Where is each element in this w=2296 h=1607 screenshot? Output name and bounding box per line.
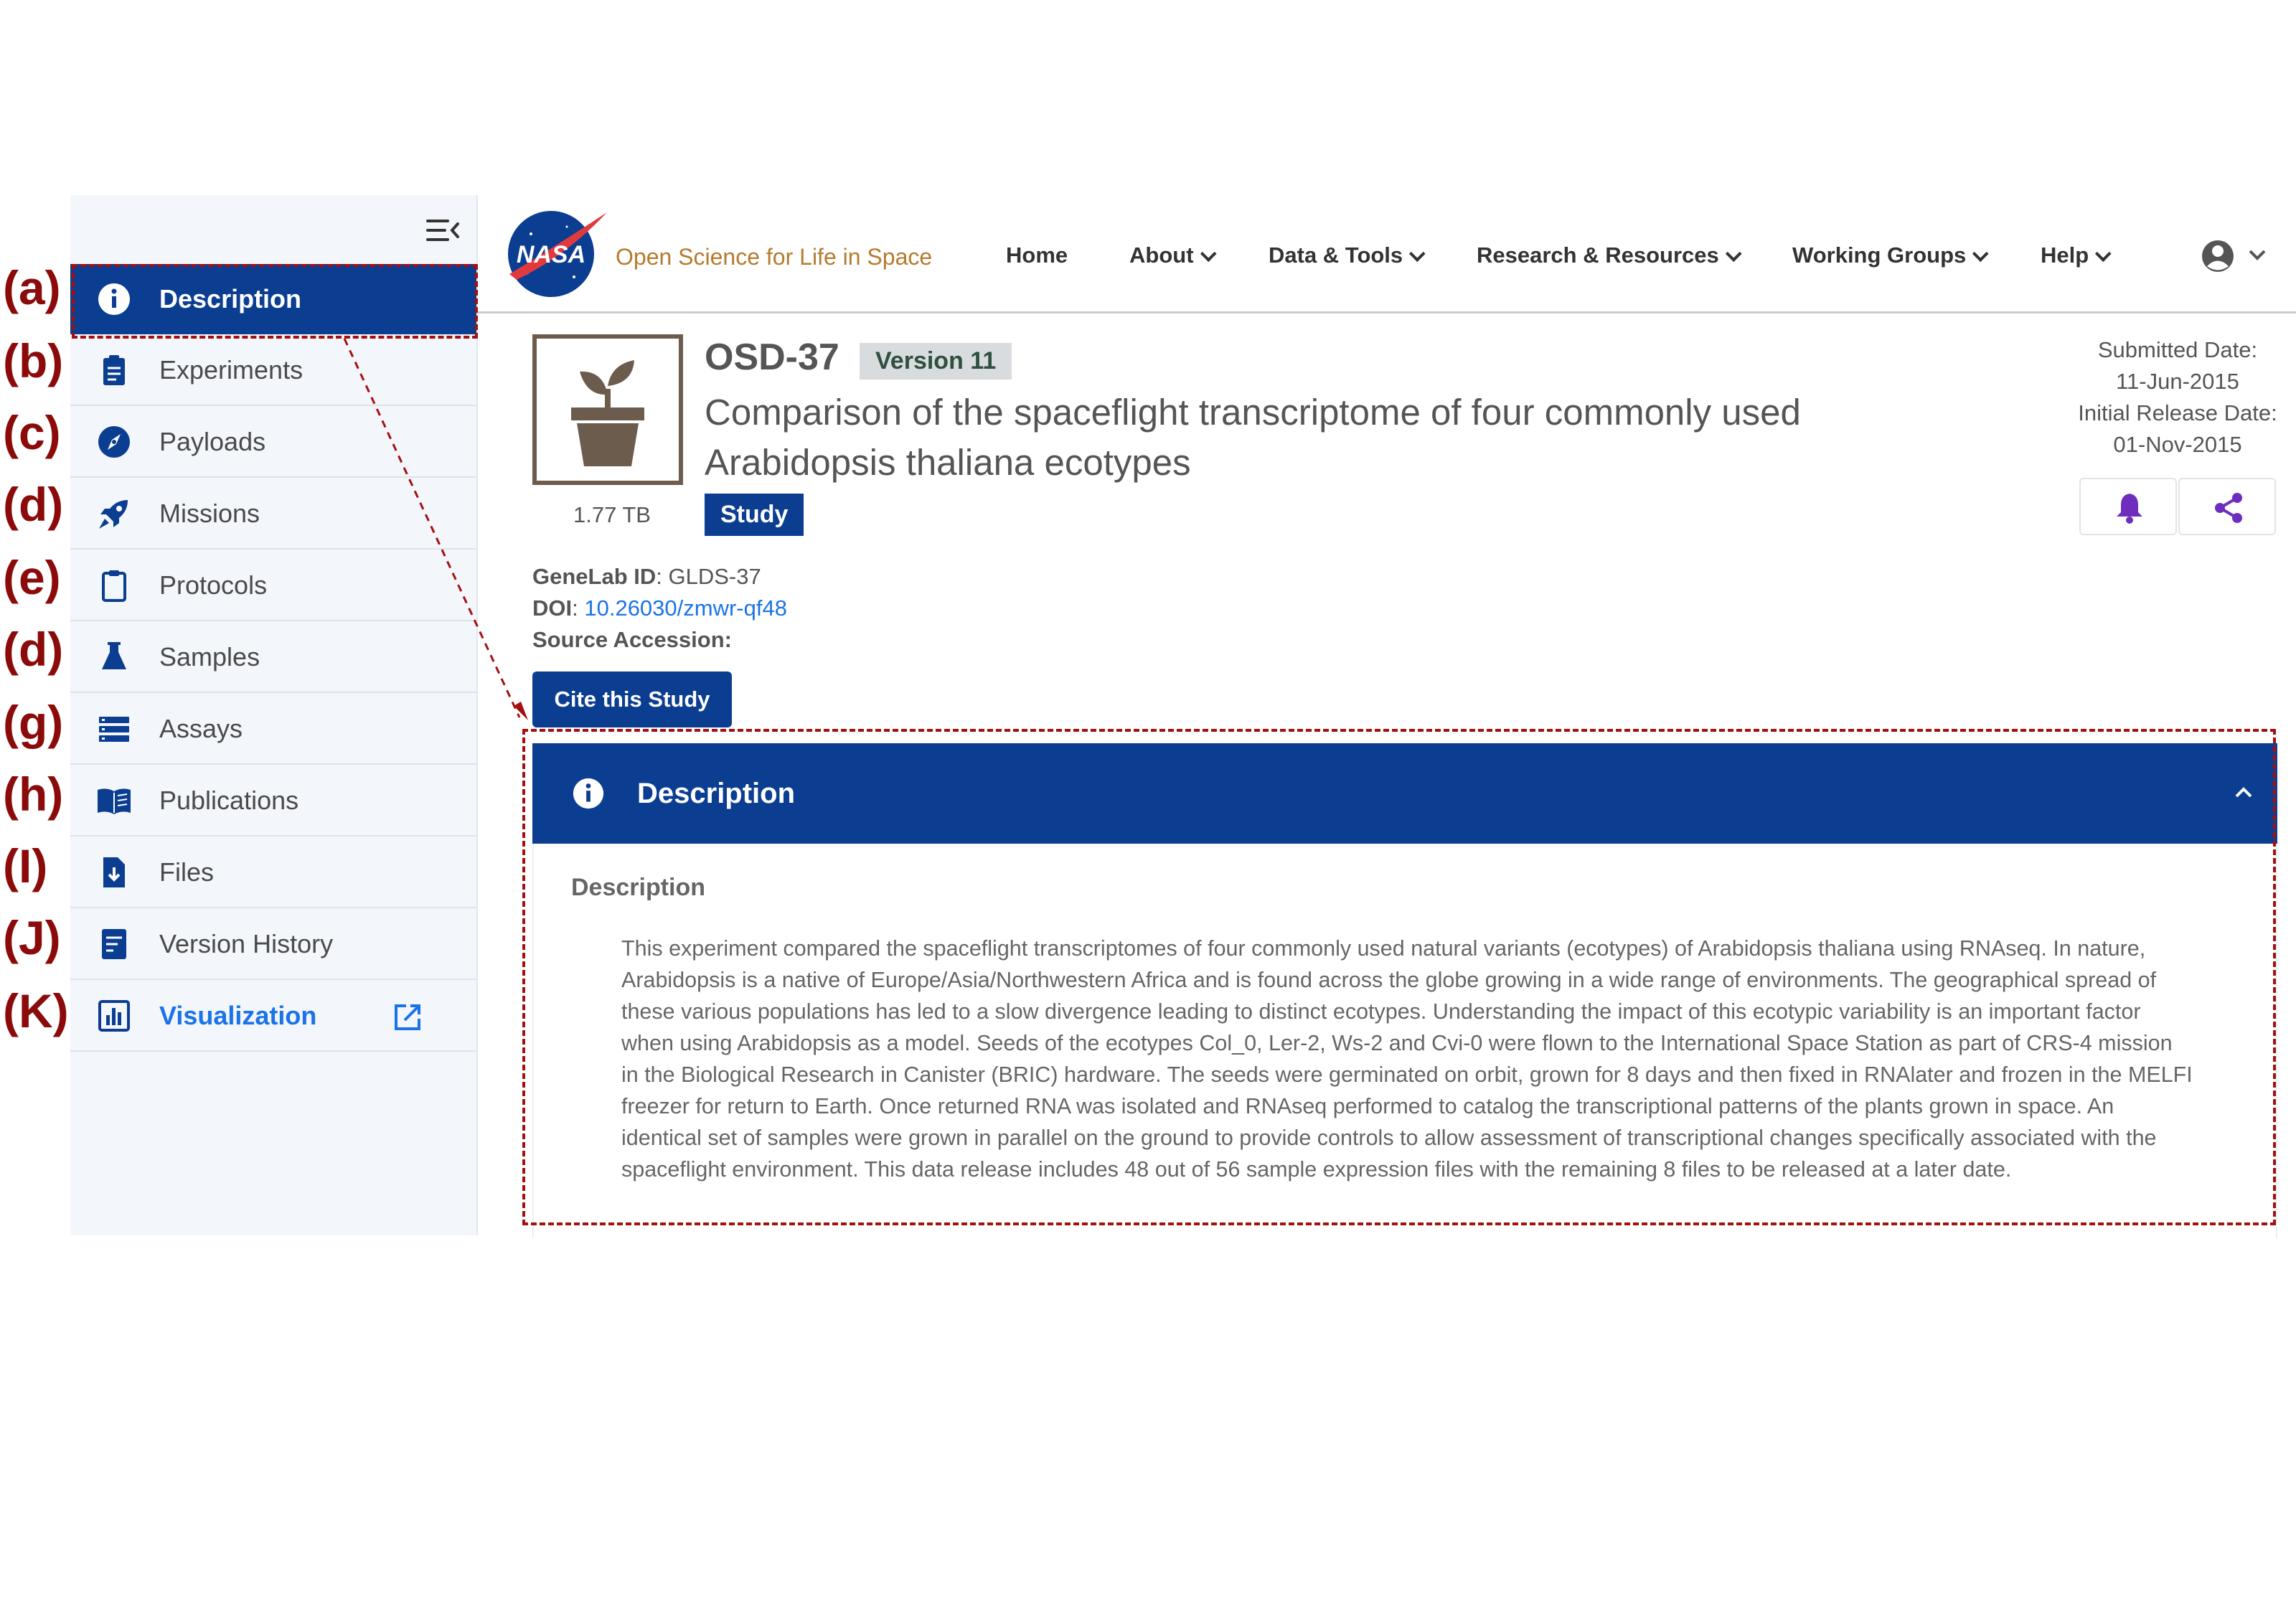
annotation-arrow (343, 338, 528, 720)
